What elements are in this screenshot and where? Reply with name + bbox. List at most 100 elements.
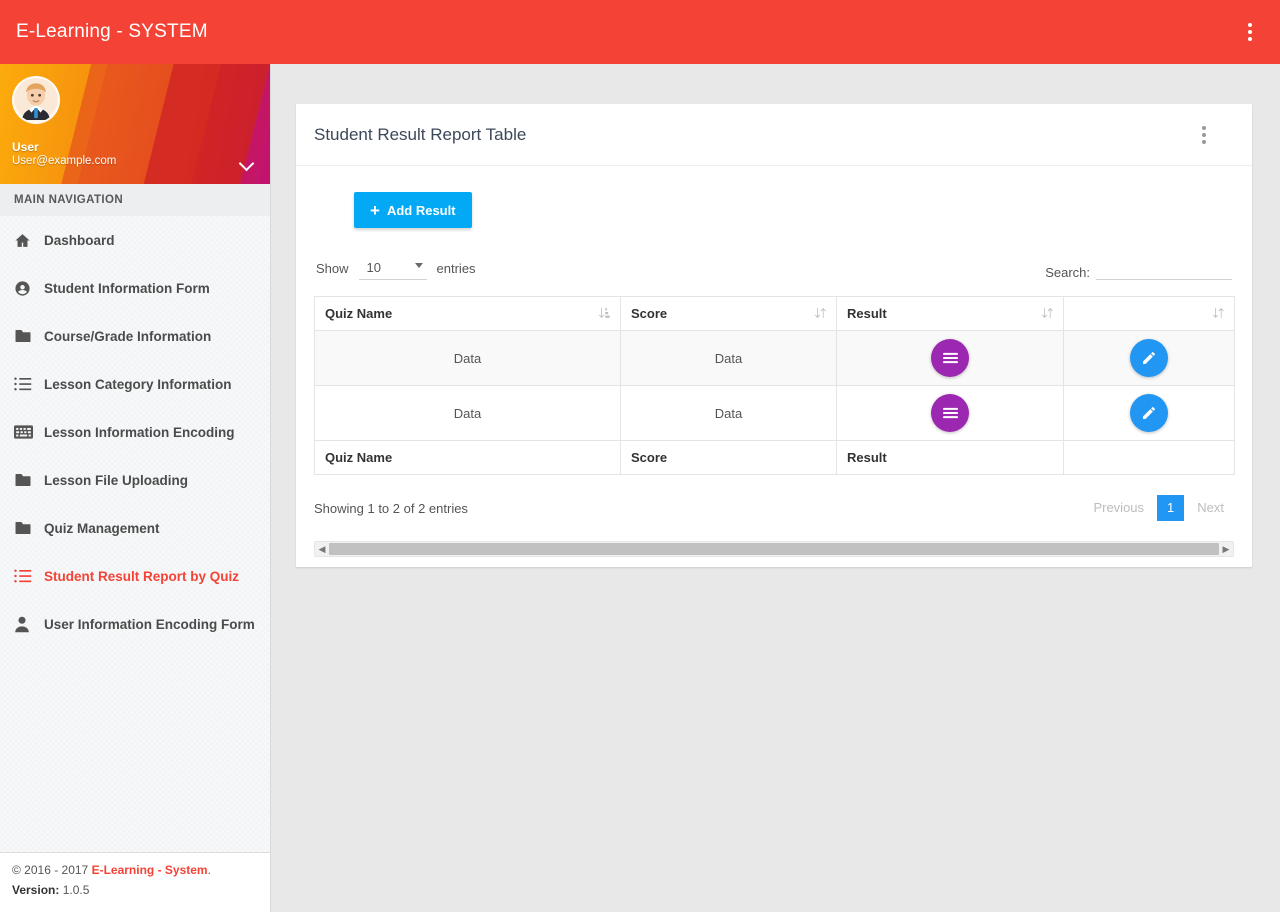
footer-score: Score bbox=[620, 440, 837, 475]
column-header-score[interactable]: Score bbox=[620, 296, 837, 331]
table-row: Data Data bbox=[314, 330, 1235, 386]
table-toolbar: Show 10 entries Search: bbox=[314, 250, 1234, 280]
view-result-button[interactable] bbox=[931, 339, 969, 377]
kebab-dot bbox=[1248, 23, 1252, 27]
cell-quiz-name: Data bbox=[314, 385, 621, 441]
edit-row-button[interactable] bbox=[1130, 394, 1168, 432]
copyright-prefix: © 2016 - 2017 bbox=[12, 863, 92, 877]
pagination: Previous 1 Next bbox=[1083, 495, 1234, 521]
chevron-down-icon bbox=[414, 263, 423, 268]
footer-result: Result bbox=[836, 440, 1064, 475]
table-info: Showing 1 to 2 of 2 entries bbox=[314, 500, 468, 516]
sort-updown-icon bbox=[1042, 307, 1053, 321]
pagination-page-1[interactable]: 1 bbox=[1157, 495, 1185, 521]
table-foot: Quiz Name Score Result bbox=[314, 440, 1235, 475]
column-header-actions[interactable] bbox=[1063, 296, 1235, 331]
sidebar-item-label: Dashboard bbox=[44, 232, 115, 248]
sidebar-item-student-result-report-by-quiz[interactable]: Student Result Report by Quiz bbox=[0, 552, 270, 600]
user-panel[interactable]: User User@example.com bbox=[0, 64, 270, 184]
plus-icon: + bbox=[370, 200, 380, 220]
folder-icon bbox=[14, 326, 42, 346]
copyright-suffix: . bbox=[207, 863, 211, 877]
sidebar-item-label: Student Result Report by Quiz bbox=[44, 568, 240, 584]
column-label: Score bbox=[631, 306, 668, 321]
kebab-dot bbox=[1202, 125, 1206, 130]
sidebar-item-lesson-file-uploading[interactable]: Lesson File Uploading bbox=[0, 456, 270, 504]
card-header: Student Result Report Table bbox=[296, 104, 1252, 166]
sidebar-item-user-information-encoding-form[interactable]: User Information Encoding Form bbox=[0, 600, 270, 648]
keyboard-icon bbox=[14, 422, 42, 442]
page-length-select[interactable]: 10 bbox=[358, 256, 427, 280]
sidebar-item-student-information-form[interactable]: Student Information Form bbox=[0, 264, 270, 312]
app-title: E-Learning - SYSTEM bbox=[16, 21, 208, 42]
add-result-button[interactable]: + Add Result bbox=[354, 192, 472, 228]
brand-link[interactable]: E-Learning - System bbox=[92, 863, 208, 877]
copyright-line: © 2016 - 2017 E-Learning - System. bbox=[12, 863, 259, 877]
search-input[interactable] bbox=[1096, 258, 1232, 280]
caret-left-icon[interactable]: ◀ bbox=[315, 544, 329, 555]
table-head: Quiz Name Score Result bbox=[314, 296, 1235, 331]
list-icon bbox=[14, 374, 42, 394]
list-bars-icon bbox=[942, 407, 958, 419]
sidebar-item-dashboard[interactable]: Dashboard bbox=[0, 216, 270, 264]
list-bars-icon bbox=[942, 352, 958, 364]
sidebar-item-course-grade-information[interactable]: Course/Grade Information bbox=[0, 312, 270, 360]
sidebar-item-label: Student Information Form bbox=[44, 280, 210, 296]
sidebar-item-label: Course/Grade Information bbox=[44, 328, 212, 344]
caret-right-icon[interactable]: ▶ bbox=[1219, 544, 1233, 555]
sidebar-item-quiz-management[interactable]: Quiz Management bbox=[0, 504, 270, 552]
sidebar-item-lesson-information-encoding[interactable]: Lesson Information Encoding bbox=[0, 408, 270, 456]
footer-actions bbox=[1063, 440, 1235, 475]
pencil-icon bbox=[1141, 350, 1157, 366]
kebab-dot bbox=[1248, 37, 1252, 41]
sidebar-footer: © 2016 - 2017 E-Learning - System. Versi… bbox=[0, 852, 270, 912]
pagination-previous[interactable]: Previous bbox=[1083, 495, 1154, 521]
column-label: Quiz Name bbox=[325, 306, 393, 321]
student-result-table: Quiz Name Score Result Data Data Data Da… bbox=[314, 296, 1235, 475]
cell-result-action bbox=[836, 330, 1064, 386]
top-header-bar: E-Learning - SYSTEM bbox=[0, 0, 1280, 64]
chevron-down-icon[interactable] bbox=[240, 157, 254, 171]
cell-score: Data bbox=[620, 385, 837, 441]
add-result-label: Add Result bbox=[386, 202, 456, 218]
cell-quiz-name: Data bbox=[314, 330, 621, 386]
card-kebab-menu-icon[interactable] bbox=[1184, 115, 1224, 155]
entries-label: entries bbox=[436, 260, 476, 276]
column-header-result[interactable]: Result bbox=[836, 296, 1064, 331]
search-label: Search: bbox=[1045, 265, 1090, 280]
cell-result-action bbox=[836, 385, 1064, 441]
cell-edit-action bbox=[1063, 330, 1235, 386]
version-label: Version: bbox=[12, 883, 60, 897]
user-email: User@example.com bbox=[12, 155, 117, 167]
sidebar-item-lesson-category-information[interactable]: Lesson Category Information bbox=[0, 360, 270, 408]
folder-icon bbox=[14, 470, 42, 490]
table-footer-bar: Showing 1 to 2 of 2 entries Previous 1 N… bbox=[314, 493, 1234, 523]
user-avatar[interactable] bbox=[12, 76, 60, 124]
sidebar: User User@example.com MAIN NAVIGATION Da… bbox=[0, 64, 271, 912]
show-entries-control: Show 10 entries bbox=[316, 256, 476, 280]
view-result-button[interactable] bbox=[931, 394, 969, 432]
footer-quiz-name: Quiz Name bbox=[314, 440, 621, 475]
student-result-report-card: Student Result Report Table + Add Result… bbox=[296, 104, 1252, 567]
kebab-menu-icon[interactable] bbox=[1230, 12, 1270, 52]
list-icon bbox=[14, 566, 42, 586]
search-control: Search: bbox=[1045, 258, 1232, 280]
scrollbar-thumb[interactable] bbox=[329, 543, 1219, 555]
table-body: Data Data Data Data bbox=[314, 330, 1235, 441]
folder-icon bbox=[14, 518, 42, 538]
kebab-dot bbox=[1202, 132, 1206, 137]
page-length-value: 10 bbox=[366, 260, 381, 275]
sidebar-item-label: User Information Encoding Form bbox=[44, 616, 255, 632]
column-label: Result bbox=[847, 306, 887, 321]
table-header-row: Quiz Name Score Result bbox=[314, 296, 1235, 331]
pagination-next[interactable]: Next bbox=[1187, 495, 1234, 521]
sidebar-item-label: Quiz Management bbox=[44, 520, 160, 536]
user-circle-icon bbox=[14, 278, 42, 298]
home-icon bbox=[14, 230, 42, 250]
sidebar-item-label: Lesson Information Encoding bbox=[44, 424, 235, 440]
edit-row-button[interactable] bbox=[1130, 339, 1168, 377]
sort-updown-icon bbox=[815, 307, 826, 321]
card-body: + Add Result Show 10 entries Search: Qui… bbox=[296, 166, 1252, 567]
horizontal-scrollbar[interactable]: ◀ ▶ bbox=[314, 541, 1234, 557]
column-header-quiz-name[interactable]: Quiz Name bbox=[314, 296, 621, 331]
